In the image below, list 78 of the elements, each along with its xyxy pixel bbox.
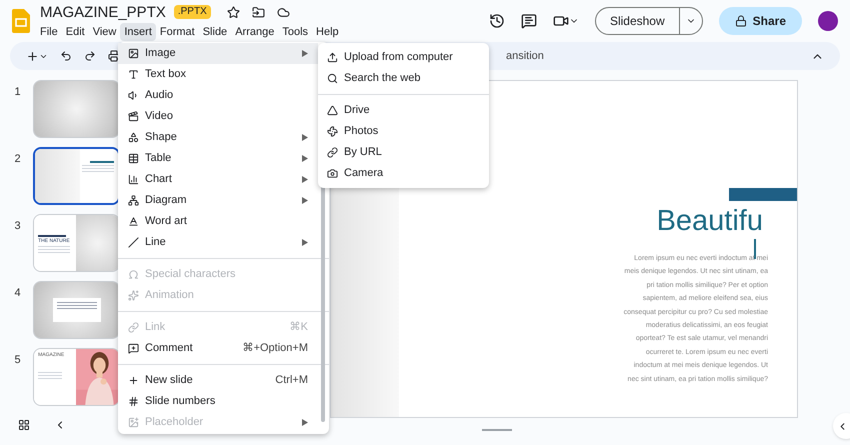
menu-item[interactable]: Audio — [118, 85, 318, 106]
slide-thumbnail[interactable] — [33, 147, 120, 205]
word-art-icon — [128, 216, 139, 227]
upload-icon — [327, 52, 338, 63]
pinwheel-icon — [327, 126, 338, 137]
history-icon[interactable] — [488, 13, 505, 29]
menu-bar-item[interactable]: Insert — [120, 22, 156, 42]
shortcut-text: ⌘+Option+M — [242, 341, 308, 356]
menu-item[interactable]: Comment ⌘+Option+M — [118, 338, 318, 359]
search-icon — [327, 73, 338, 84]
sparkle-icon — [128, 290, 139, 301]
menu-item[interactable]: Text box — [118, 64, 318, 85]
document-title[interactable]: MAGAZINE_PPTX — [40, 4, 166, 20]
link-icon — [128, 322, 139, 333]
menu-item[interactable]: Video — [118, 106, 318, 127]
menu-bar-item[interactable]: Format — [156, 22, 199, 42]
menu-bar-item[interactable]: View — [88, 22, 120, 42]
menu-item[interactable]: Word art — [118, 211, 318, 232]
submenu-item[interactable]: Camera — [318, 163, 489, 184]
slide-number: 3 — [13, 219, 22, 234]
slide-number: 4 — [13, 286, 22, 301]
menu-item[interactable]: Image — [118, 43, 318, 64]
grid-view-icon[interactable] — [18, 419, 30, 431]
slide-number: 1 — [13, 85, 22, 100]
undo-icon[interactable] — [60, 50, 72, 62]
menu-item[interactable]: Diagram — [118, 190, 318, 211]
cloud-icon[interactable] — [276, 6, 290, 19]
file-type-badge: .PPTX — [174, 5, 211, 20]
camera-icon — [327, 168, 338, 179]
star-icon[interactable] — [226, 6, 240, 19]
plus-icon — [128, 375, 139, 386]
omega-icon — [128, 269, 139, 280]
menu-bar-item[interactable]: Edit — [62, 22, 89, 42]
shortcut-text: Ctrl+M — [275, 373, 308, 388]
menu-item[interactable]: Table — [118, 148, 318, 169]
speaker-icon — [128, 90, 139, 101]
redo-icon[interactable] — [84, 50, 96, 62]
menu-bar-item[interactable]: Tools — [278, 22, 312, 42]
diagram-icon — [128, 195, 139, 206]
menu-bar-item[interactable]: Slide — [198, 22, 232, 42]
menu-item[interactable]: New slide Ctrl+M — [118, 370, 318, 391]
image-icon — [128, 48, 139, 59]
toolbar-button[interactable]: ansition — [506, 48, 544, 64]
shortcut-text: ⌘K — [290, 320, 308, 336]
submenu-item[interactable]: Upload from computer — [318, 47, 489, 68]
user-avatar[interactable] — [818, 11, 838, 31]
menu-item[interactable]: Slide numbers — [118, 391, 318, 412]
lock-icon — [734, 15, 747, 27]
menu-item[interactable]: Shape — [118, 127, 318, 148]
slide-title[interactable]: Beautifu — [656, 203, 763, 239]
share-button[interactable]: Share — [718, 7, 802, 35]
menu-bar-item[interactable]: Help — [312, 22, 343, 42]
slide-number: 5 — [13, 353, 22, 368]
triangle-icon — [327, 105, 338, 116]
menu-bar-item[interactable]: Arrange — [231, 22, 278, 42]
move-folder-icon[interactable] — [252, 6, 265, 19]
chart-icon — [128, 174, 139, 185]
slide-number: 2 — [13, 152, 22, 167]
submenu-item[interactable]: Search the web — [318, 68, 489, 89]
shapes-icon — [128, 132, 139, 143]
menu-item[interactable]: Chart — [118, 169, 318, 190]
submenu-item[interactable]: Photos — [318, 121, 489, 142]
placeholder-icon — [128, 417, 139, 428]
link-icon — [327, 147, 338, 158]
plus-icon[interactable] — [26, 50, 39, 62]
submenu-item[interactable]: Drive — [318, 100, 489, 121]
comment-icon[interactable] — [520, 13, 537, 29]
text-cursor — [754, 239, 756, 259]
menu-item[interactable]: Line — [118, 232, 318, 253]
video-icon — [128, 111, 139, 122]
comment-icon — [128, 343, 139, 354]
hash-icon — [128, 396, 139, 407]
menu-bar-item[interactable]: File — [36, 22, 62, 42]
table-icon — [128, 153, 139, 164]
print-icon[interactable] — [108, 50, 120, 62]
text-box-icon — [128, 69, 139, 80]
submenu-item[interactable]: By URL — [318, 142, 489, 163]
line-icon — [128, 237, 139, 248]
